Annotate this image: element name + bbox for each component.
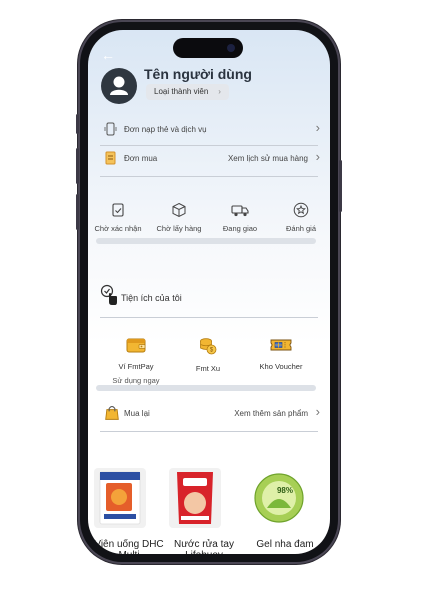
order-history-link[interactable]: Xem lịch sử mua hàng: [228, 154, 308, 163]
rebuy-row[interactable]: Mua lại Xem thêm sản phẩm ›: [104, 404, 322, 424]
topup-orders-label: Đơn nạp thẻ và dịch vụ: [124, 125, 207, 134]
product-name: Gel nha đam: [256, 539, 314, 550]
product-card[interactable]: Viên uống DHC Multi: [94, 468, 164, 554]
user-icon: [110, 76, 128, 95]
divider: [100, 431, 318, 432]
delivery-truck-icon: [231, 205, 249, 217]
fmt-coins[interactable]: $ Fmt Xu: [173, 336, 243, 373]
phone-topup-icon: [104, 122, 117, 136]
status-label: Chờ xác nhận: [94, 224, 142, 233]
coins-icon: $: [200, 338, 217, 355]
product-image: [169, 468, 221, 528]
power-button: [339, 160, 342, 212]
divider: [100, 176, 318, 177]
wallet-icon: [126, 338, 146, 353]
member-tier-button[interactable]: Loại thành viên ›: [146, 84, 229, 100]
volume-down-button: [76, 194, 79, 230]
status-label: Đang giao: [222, 224, 258, 233]
product-image: [94, 468, 146, 528]
divider: [100, 145, 318, 146]
product-name: Nước rửa tay Lifebuoy: [174, 539, 234, 554]
section-separator: [96, 238, 316, 244]
status-label: Chờ lấy hàng: [156, 224, 202, 233]
chevron-right-icon: ›: [315, 404, 320, 419]
status-delivering[interactable]: Đang giao: [210, 202, 270, 233]
orders-row[interactable]: Đơn mua Xem lịch sử mua hàng ›: [104, 149, 322, 169]
member-tier-label: Loại thành viên: [154, 87, 209, 96]
utility-label: Fmt Xu: [195, 364, 221, 373]
pending-confirm-icon: [112, 203, 124, 217]
status-review[interactable]: Đánh giá: [271, 202, 330, 233]
product-card[interactable]: 98% Gel nha đam: [250, 468, 320, 550]
avatar[interactable]: [101, 68, 137, 104]
topup-orders-row[interactable]: Đơn nạp thẻ và dịch vụ ›: [104, 120, 322, 140]
box-icon: [172, 202, 186, 218]
status-label: Đánh giá: [285, 224, 317, 233]
utility-label: Kho Voucher: [259, 362, 303, 371]
utility-sublabel: Sử dụng ngay: [112, 376, 160, 385]
see-more-products-link[interactable]: Xem thêm sản phẩm: [234, 409, 308, 418]
utilities-title: Tiện ích của tôi: [121, 293, 182, 303]
star-icon: [293, 202, 309, 218]
orders-label: Đơn mua: [124, 154, 158, 163]
tap-check-icon: [100, 284, 117, 305]
voucher-store[interactable]: Kho Voucher: [246, 336, 316, 371]
product-name: Viên uống DHC Multi: [94, 539, 164, 554]
username: Tên người dùng: [144, 66, 252, 82]
utility-label: Ví FmtPay: [118, 362, 154, 371]
wallet-fmtpay[interactable]: Ví FmtPay Sử dụng ngay: [101, 336, 171, 385]
phone-frame: ← Tên người dùng Loại thành viên › Đơn nạ…: [76, 22, 342, 562]
product-badge-text: 98%: [276, 486, 293, 495]
mute-switch: [76, 114, 79, 134]
voucher-icon: [270, 339, 292, 351]
status-pending-confirmation[interactable]: Chờ xác nhận: [88, 202, 148, 233]
product-image: [253, 468, 305, 528]
chevron-right-icon: ›: [315, 120, 320, 135]
app-screen: ← Tên người dùng Loại thành viên › Đơn nạ…: [88, 30, 330, 554]
rebuy-label: Mua lại: [124, 409, 150, 418]
status-awaiting-pickup[interactable]: Chờ lấy hàng: [149, 202, 209, 233]
back-arrow-icon[interactable]: ←: [101, 48, 115, 62]
dynamic-island: [173, 38, 243, 58]
section-separator: [96, 385, 316, 391]
volume-up-button: [76, 148, 79, 184]
chevron-right-icon: ›: [315, 149, 320, 164]
shopping-bag-icon: [105, 405, 119, 420]
divider: [100, 317, 318, 318]
chevron-right-icon: ›: [218, 87, 221, 96]
orders-icon: [105, 151, 116, 165]
product-card[interactable]: Nước rửa tay Lifebuoy: [169, 468, 239, 554]
